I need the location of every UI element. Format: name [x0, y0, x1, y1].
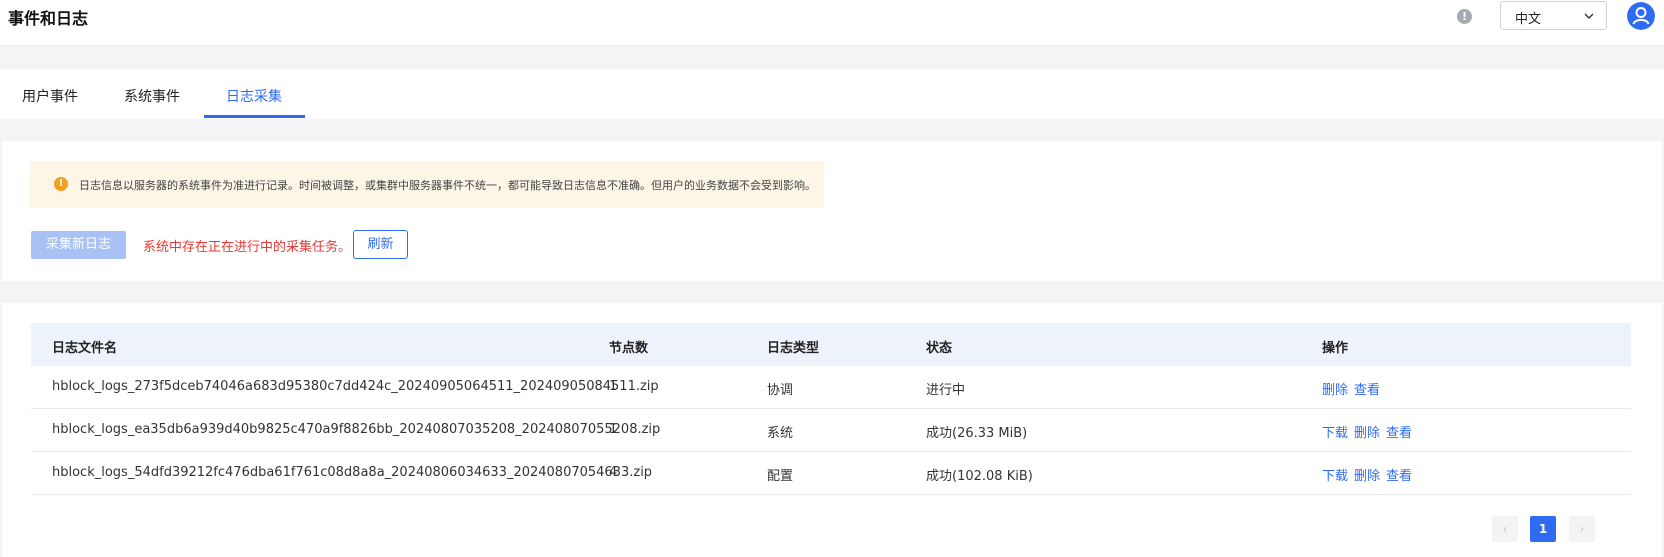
page-title: 事件和日志: [8, 9, 89, 28]
tab-system-events[interactable]: 系统事件: [124, 86, 180, 106]
delete-link[interactable]: 删除: [1354, 422, 1380, 441]
tabs-bar: 用户事件 系统事件 日志采集: [0, 69, 1664, 119]
column-header-status: 状态: [926, 341, 953, 356]
delete-link[interactable]: 删除: [1322, 379, 1348, 398]
info-icon[interactable]: !: [1457, 9, 1472, 24]
tab-user-events[interactable]: 用户事件: [22, 86, 78, 106]
warning-icon: !: [54, 177, 68, 191]
top-header: 事件和日志 ! 中文: [0, 0, 1664, 46]
download-link[interactable]: 下载: [1322, 465, 1348, 484]
active-tab-indicator: [204, 115, 305, 118]
notice-alert: ! 日志信息以服务器的系统事件为准进行记录。时间被调整，或集群中服务器事件不统一…: [30, 161, 824, 208]
column-header-filename: 日志文件名: [52, 341, 118, 356]
cell-filename: hblock_logs_ea35db6a939d40b9825c470a9f88…: [52, 422, 661, 437]
prev-page-button[interactable]: ‹: [1492, 516, 1518, 542]
cell-status: 成功(102.08 KiB): [926, 469, 1033, 484]
notice-panel: ! 日志信息以服务器的系统事件为准进行记录。时间被调整，或集群中服务器事件不统一…: [2, 141, 1662, 281]
cell-filename: hblock_logs_54dfd39212fc476dba61f761c08d…: [52, 465, 653, 480]
chevron-down-icon: [1584, 13, 1594, 19]
notice-text: 日志信息以服务器的系统事件为准进行记录。时间被调整，或集群中服务器事件不统一，都…: [79, 179, 816, 192]
collect-new-log-button[interactable]: 采集新日志: [31, 231, 126, 259]
cell-nodes: 4: [609, 465, 618, 480]
view-link[interactable]: 查看: [1386, 422, 1412, 441]
view-link[interactable]: 查看: [1386, 465, 1412, 484]
user-avatar-icon[interactable]: [1627, 2, 1655, 30]
column-header-nodes: 节点数: [609, 341, 649, 356]
cell-filename: hblock_logs_273f5dceb74046a683d95380c7dd…: [52, 379, 659, 394]
table-row: hblock_logs_ea35db6a939d40b9825c470a9f88…: [31, 409, 1631, 452]
tab-log-collection[interactable]: 日志采集: [226, 86, 282, 106]
cell-nodes: 1: [609, 379, 618, 394]
table-row: hblock_logs_54dfd39212fc476dba61f761c08d…: [31, 452, 1631, 495]
column-header-type: 日志类型: [767, 341, 820, 356]
language-select[interactable]: 中文: [1500, 1, 1607, 30]
log-table: 日志文件名 节点数 日志类型 状态 操作 hblock_logs_273f5dc…: [31, 323, 1631, 495]
language-value: 中文: [1515, 12, 1542, 27]
table-row: hblock_logs_273f5dceb74046a683d95380c7dd…: [31, 366, 1631, 409]
task-running-warning: 系统中存在正在进行中的采集任务。: [143, 240, 352, 255]
log-table-panel: 日志文件名 节点数 日志类型 状态 操作 hblock_logs_273f5dc…: [2, 303, 1662, 557]
delete-link[interactable]: 删除: [1354, 465, 1380, 484]
page-number-button[interactable]: 1: [1530, 516, 1556, 542]
view-link[interactable]: 查看: [1354, 379, 1380, 398]
download-link[interactable]: 下载: [1322, 422, 1348, 441]
table-header: 日志文件名 节点数 日志类型 状态 操作: [31, 323, 1631, 366]
cell-status: 成功(26.33 MiB): [926, 426, 1028, 441]
cell-nodes: 1: [609, 422, 618, 437]
next-page-button[interactable]: ›: [1569, 516, 1595, 542]
column-header-actions: 操作: [1322, 341, 1349, 356]
refresh-button[interactable]: 刷新: [353, 230, 408, 259]
cell-type: 系统: [767, 426, 794, 441]
cell-status: 进行中: [926, 383, 966, 398]
cell-type: 配置: [767, 469, 794, 484]
cell-type: 协调: [767, 383, 794, 398]
